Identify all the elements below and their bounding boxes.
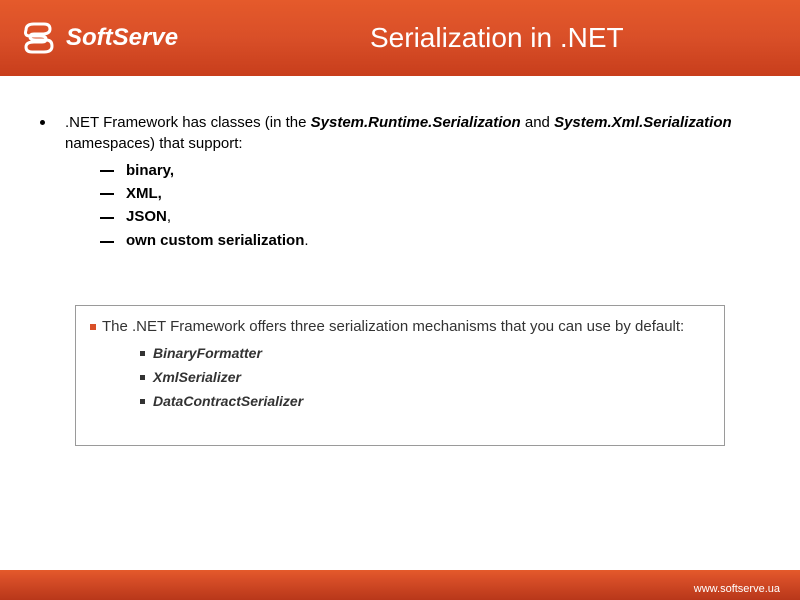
- main-bullet-item: .NET Framework has classes (in the Syste…: [40, 112, 760, 154]
- sub-list: binary, XML, JSON, own custom serializat…: [100, 162, 760, 250]
- sub-text-custom: own custom serialization: [126, 232, 304, 249]
- dash-icon: [100, 241, 114, 243]
- square-bullet-icon: [140, 399, 145, 404]
- sub-text-custom-tail: .: [304, 232, 308, 249]
- intro-emphasis-2: System.Xml.Serialization: [554, 114, 732, 131]
- main-bullet-list: .NET Framework has classes (in the Syste…: [40, 112, 760, 250]
- info-subitem-xmlserializer: XmlSerializer: [140, 369, 710, 385]
- intro-part3: namespaces) that support:: [65, 135, 243, 152]
- info-main-bullet: The .NET Framework offers three serializ…: [90, 318, 710, 335]
- info-subtext-binaryformatter: BinaryFormatter: [153, 345, 262, 361]
- sub-item-custom: own custom serialization.: [100, 232, 760, 250]
- bullet-dot-icon: [40, 120, 45, 125]
- square-bullet-icon: [140, 351, 145, 356]
- slide-title: Serialization in .NET: [370, 22, 624, 54]
- dash-icon: [100, 193, 114, 195]
- info-subitem-binaryformatter: BinaryFormatter: [140, 345, 710, 361]
- sub-text-custom-wrapper: own custom serialization.: [126, 232, 309, 250]
- footer-accent-bar: [0, 570, 800, 578]
- sub-text-json-wrapper: JSON,: [126, 208, 171, 226]
- info-subtext-datacontractserializer: DataContractSerializer: [153, 393, 303, 409]
- info-subitem-datacontractserializer: DataContractSerializer: [140, 393, 710, 409]
- sub-item-json: JSON,: [100, 208, 760, 226]
- intro-text: .NET Framework has classes (in the Syste…: [65, 112, 760, 154]
- logo-container: SoftServe: [20, 20, 178, 56]
- sub-item-binary: binary,: [100, 162, 760, 179]
- sub-text-json: JSON: [126, 208, 167, 225]
- slide-header: SoftServe Serialization in .NET: [0, 0, 800, 76]
- info-box: The .NET Framework offers three serializ…: [75, 305, 725, 446]
- dash-icon: [100, 217, 114, 219]
- square-bullet-icon: [140, 375, 145, 380]
- sub-item-xml: XML,: [100, 185, 760, 202]
- info-intro-text: The .NET Framework offers three serializ…: [102, 318, 684, 335]
- footer-bar: www.softserve.ua: [0, 578, 800, 600]
- slide-content: .NET Framework has classes (in the Syste…: [0, 76, 800, 446]
- red-square-icon: [90, 324, 96, 330]
- sub-text-xml: XML,: [126, 185, 162, 202]
- sub-text-binary: binary,: [126, 162, 174, 179]
- logo-text: SoftServe: [66, 24, 178, 52]
- info-subtext-xmlserializer: XmlSerializer: [153, 369, 241, 385]
- intro-emphasis-1: System.Runtime.Serialization: [311, 114, 521, 131]
- dash-icon: [100, 170, 114, 172]
- softserve-logo-icon: [20, 20, 56, 56]
- sub-text-json-tail: ,: [167, 208, 171, 225]
- intro-part1: .NET Framework has classes (in the: [65, 114, 311, 131]
- slide-footer: www.softserve.ua: [0, 570, 800, 600]
- info-sublist: BinaryFormatter XmlSerializer DataContra…: [140, 345, 710, 409]
- footer-url: www.softserve.ua: [694, 583, 780, 595]
- intro-part2: and: [521, 114, 554, 131]
